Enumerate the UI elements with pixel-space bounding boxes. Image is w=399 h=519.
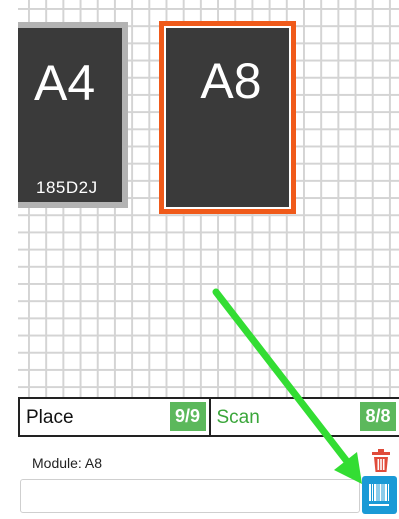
- barcode-icon[interactable]: [362, 476, 397, 514]
- tile-code: 185D2J: [36, 178, 98, 198]
- trash-icon[interactable]: [370, 449, 392, 473]
- left-edge: [0, 0, 18, 397]
- module-label: Module: A8: [32, 455, 102, 471]
- module-tile-a4[interactable]: A4 185D2J: [18, 22, 128, 208]
- layout-grid[interactable]: A4 185D2J A8: [18, 0, 399, 397]
- scan-label: Scan: [217, 407, 260, 429]
- module-panel: Module: A8: [18, 437, 399, 518]
- tile-label: A4: [34, 58, 95, 108]
- place-label: Place: [26, 407, 74, 429]
- place-status[interactable]: Place 9/9: [20, 399, 209, 435]
- module-tile-a8[interactable]: A8: [159, 21, 296, 214]
- scan-input[interactable]: [20, 479, 360, 513]
- scan-count-badge: 8/8: [360, 402, 396, 431]
- scan-status[interactable]: Scan 8/8: [209, 399, 399, 435]
- tile-label: A8: [196, 56, 266, 106]
- place-count-badge: 9/9: [170, 402, 206, 431]
- status-bar: Place 9/9 Scan 8/8: [18, 397, 399, 437]
